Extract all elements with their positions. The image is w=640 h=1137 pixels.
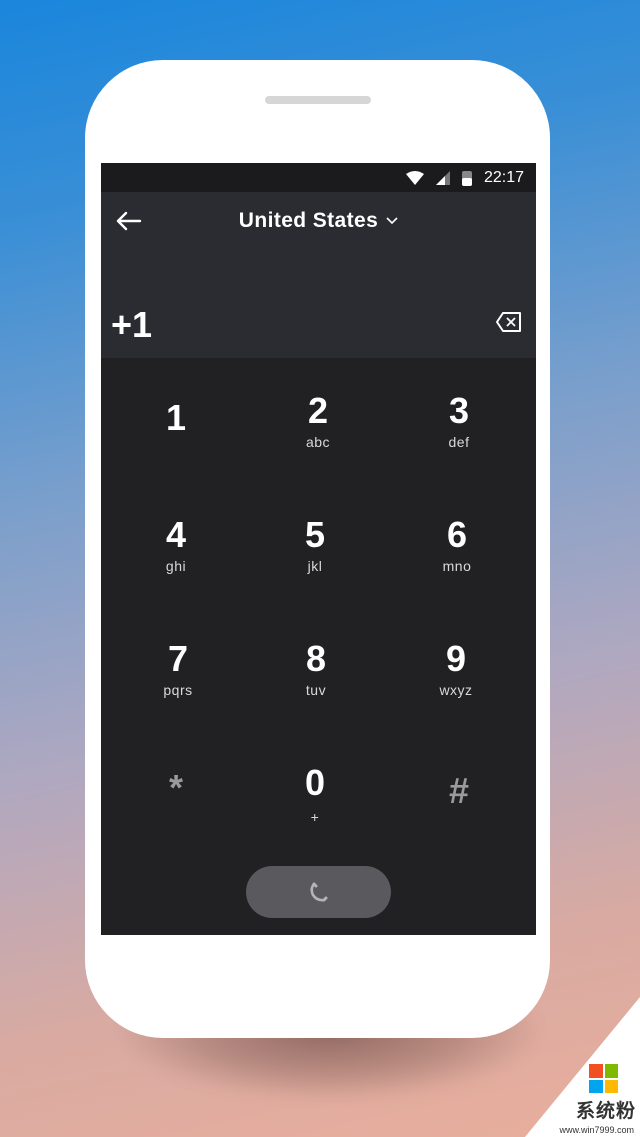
chevron-down-icon [386,207,398,231]
key-digit: 3 [448,390,470,431]
dialer-screen: 22:17 United States +1 1 2 abc 3 def 4 ghi … [101,163,536,935]
key-letters: pqrs [163,682,193,698]
call-button[interactable] [246,866,391,918]
key-3[interactable]: 3 def [404,391,514,491]
watermark-text: 系统粉 [575,1100,636,1122]
key-letters: abc [305,434,331,450]
windows-logo-icon [589,1064,618,1093]
key-2[interactable]: 2 abc [263,391,373,491]
key-0[interactable]: 0 + [260,763,370,863]
key-9[interactable]: 9 wxyz [401,639,511,739]
country-name: United States [238,209,379,232]
key-digit: 8 [305,638,327,679]
status-bar: 22:17 [101,163,536,192]
key-digit: 1 [165,397,187,438]
key-digit: 5 [304,514,326,555]
key-letters: + [310,809,320,825]
key-1[interactable]: 1 [121,398,231,498]
key-digit: 2 [307,390,329,431]
key-7[interactable]: 7 pqrs [123,639,233,739]
key-letters: tuv [305,682,327,698]
backspace-icon [496,312,521,332]
backspace-button[interactable] [496,312,522,332]
key-letters: ghi [165,558,187,574]
battery-icon [461,170,472,186]
key-letters: jkl [307,558,323,574]
key-letters: mno [442,558,472,574]
key-digit: # [448,770,470,811]
phone-icon [309,882,327,902]
key-letters: wxyz [439,682,473,698]
keypad: 1 2 abc 3 def 4 ghi 5 jkl 6 mno 7 pqrs 8 tuv 9 w… [101,358,536,935]
key-letters: def [448,434,470,450]
watermark-url: www.win7999.com [559,1125,634,1135]
wifi-icon [405,170,424,185]
key-digit: 7 [167,638,189,679]
key-4[interactable]: 4 ghi [121,515,231,615]
key-5[interactable]: 5 jkl [260,515,370,615]
key-digit: 6 [446,514,468,555]
key-hash[interactable]: # [404,771,514,871]
key-digit: * [168,767,183,808]
phone-speaker [265,96,371,104]
watermark: 系统粉 www.win7999.com [520,997,640,1137]
key-digit: 0 [304,762,326,803]
key-8[interactable]: 8 tuv [261,639,371,739]
cellular-signal-icon [435,170,450,185]
key-star[interactable]: * [121,768,231,868]
dialer-header: United States +1 [101,192,536,358]
key-digit: 4 [165,514,187,555]
key-6[interactable]: 6 mno [402,515,512,615]
status-time: 22:17 [483,168,524,186]
dialed-number[interactable]: +1 [111,304,152,346]
key-digit: 9 [445,638,467,679]
country-selector[interactable]: United States [101,207,536,233]
